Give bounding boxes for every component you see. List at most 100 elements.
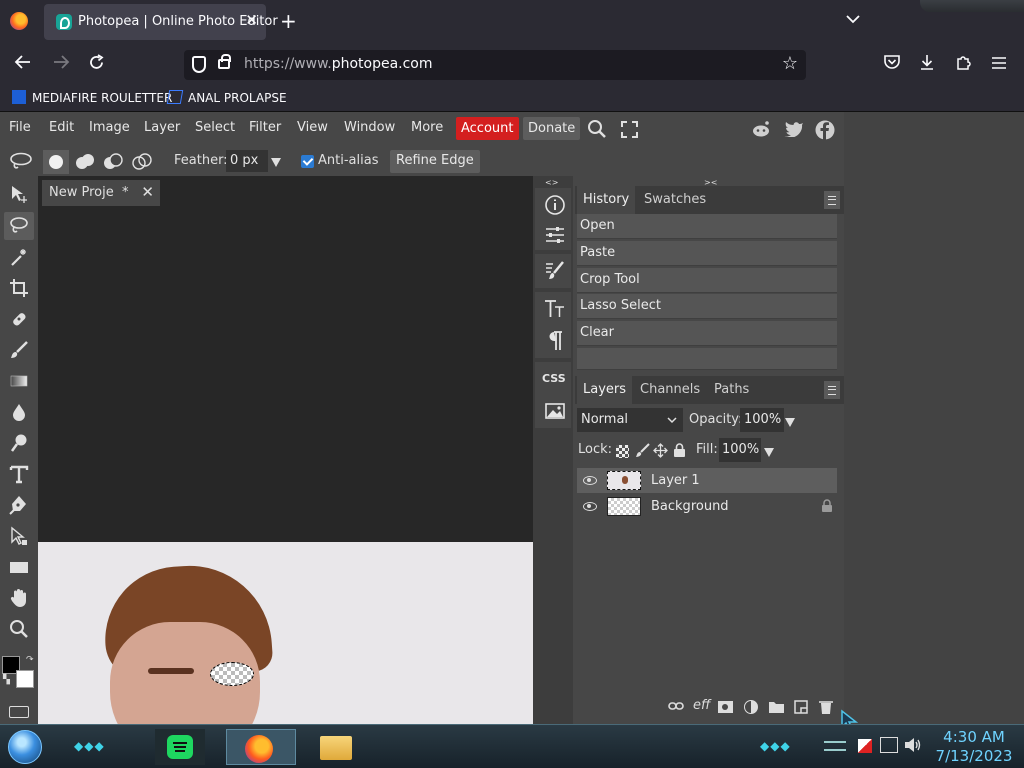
window-controls[interactable] (920, 0, 1024, 12)
layer-name[interactable]: Background (651, 499, 729, 514)
pen-tool-icon[interactable] (4, 491, 34, 519)
lock-icon[interactable] (218, 54, 231, 69)
character-icon[interactable] (544, 298, 566, 320)
adjustment-layer-icon[interactable] (744, 700, 758, 714)
rectangle-tool-icon[interactable] (4, 553, 34, 581)
back-arrow-icon[interactable] (14, 54, 32, 75)
adjustments-icon[interactable] (544, 224, 566, 246)
history-item[interactable]: Clear (577, 321, 837, 346)
hand-tool-icon[interactable] (4, 584, 34, 612)
delete-layer-trash-icon[interactable] (818, 699, 834, 719)
tab-channels[interactable]: Channels (634, 376, 706, 404)
lasso-tool-icon[interactable] (4, 212, 34, 240)
lock-pixels-brush-icon[interactable] (635, 443, 650, 462)
move-tool-icon[interactable] (4, 180, 34, 208)
pocket-icon[interactable] (883, 54, 901, 75)
document-tab[interactable]: New Proje * ✕ (42, 180, 160, 206)
refine-edge-button[interactable]: Refine Edge (390, 150, 480, 173)
background-color-swatch[interactable] (16, 670, 34, 688)
swap-colors-icon[interactable]: ↷ (26, 655, 34, 665)
zoom-tool-icon[interactable] (4, 615, 34, 643)
firefox-icon[interactable] (10, 12, 28, 30)
taskbar-app-firefox[interactable] (226, 729, 296, 765)
url-text[interactable]: https://www.photopea.com (244, 56, 433, 72)
crop-tool-icon[interactable] (4, 274, 34, 302)
tracking-protection-shield-icon[interactable] (192, 56, 206, 73)
history-item[interactable]: Open (577, 214, 837, 239)
history-item[interactable]: Lasso Select (577, 294, 837, 319)
account-button[interactable]: Account (456, 117, 519, 140)
opacity-input[interactable]: 100% (740, 408, 784, 432)
lasso-tool-preset-icon[interactable] (9, 152, 33, 174)
document-close-icon[interactable]: ✕ (141, 183, 154, 201)
facebook-icon[interactable] (815, 120, 835, 144)
system-clock[interactable]: 4:30 AM 7/13/2023 (934, 728, 1014, 766)
menu-view[interactable]: View (297, 120, 328, 135)
action-center-flag-icon[interactable] (858, 739, 872, 753)
bookmark-mediafire[interactable]: MEDIAFIRE ROULETTER (12, 90, 172, 105)
keyboard-icon[interactable] (9, 706, 29, 718)
collapse-strip-icon[interactable]: <> (545, 178, 558, 187)
list-all-tabs-chevron-icon[interactable] (846, 12, 860, 28)
taskbar-app-file-explorer[interactable] (312, 729, 362, 765)
fill-dropdown-icon[interactable] (764, 446, 774, 461)
lock-transparency-icon[interactable] (616, 445, 629, 458)
browser-tab-photopea[interactable]: Photopea | Online Photo Editor ✕ (44, 4, 278, 40)
extensions-puzzle-icon[interactable] (955, 54, 972, 76)
selection-mode-intersect-icon[interactable] (129, 150, 155, 178)
search-icon[interactable] (587, 119, 607, 143)
selection-mode-add-icon[interactable] (72, 150, 98, 178)
url-bar[interactable]: https://www.photopea.com ☆ (184, 50, 806, 80)
forward-arrow-icon[interactable] (52, 54, 70, 75)
menu-window[interactable]: Window (344, 120, 395, 135)
selection-mode-subtract-icon[interactable] (100, 150, 126, 178)
add-mask-icon[interactable] (718, 701, 733, 713)
anti-alias-checkbox[interactable] (301, 155, 314, 168)
tab-close-icon[interactable]: ✕ (245, 11, 258, 29)
app-menu-hamburger-icon[interactable] (991, 54, 1007, 75)
bookmark-second[interactable]: ANAL PROLAPSE (166, 90, 287, 105)
image-icon[interactable] (544, 400, 566, 422)
history-item[interactable]: Crop Tool (577, 268, 837, 293)
image-canvas[interactable] (38, 542, 533, 724)
layer-name[interactable]: Layer 1 (651, 473, 700, 488)
type-tool-icon[interactable] (4, 460, 34, 488)
tab-layers[interactable]: Layers (577, 376, 633, 404)
healing-brush-tool-icon[interactable] (4, 305, 34, 333)
history-item[interactable]: Paste (577, 241, 837, 266)
bookmark-star-icon[interactable]: ☆ (782, 53, 798, 74)
reddit-icon[interactable] (751, 120, 771, 142)
show-hidden-icons[interactable] (824, 741, 846, 751)
menu-image[interactable]: Image (89, 120, 130, 135)
link-layers-icon[interactable] (668, 700, 684, 716)
layer-row-background[interactable]: Background (577, 494, 837, 519)
brush-tool-icon[interactable] (4, 336, 34, 364)
feather-input[interactable]: 0 px (226, 150, 268, 172)
path-selection-tool-icon[interactable] (4, 522, 34, 550)
gradient-tool-icon[interactable] (4, 367, 34, 395)
history-panel-menu-icon[interactable] (824, 191, 840, 209)
menu-select[interactable]: Select (195, 120, 235, 135)
layer-row-layer-1[interactable]: Layer 1 (577, 468, 837, 493)
fill-input[interactable]: 100% (719, 438, 761, 462)
new-layer-icon[interactable] (793, 699, 809, 719)
fullscreen-icon[interactable] (621, 121, 638, 142)
tab-history[interactable]: History (577, 186, 636, 214)
magic-wand-tool-icon[interactable] (4, 243, 34, 271)
menu-more[interactable]: More (411, 120, 443, 135)
tab-paths[interactable]: Paths (708, 376, 755, 404)
feather-dropdown-icon[interactable] (271, 156, 281, 171)
network-icon[interactable] (880, 737, 898, 753)
blend-mode-select[interactable]: Normal (577, 408, 683, 432)
menu-layer[interactable]: Layer (144, 120, 180, 135)
info-icon[interactable] (544, 194, 566, 216)
new-tab-icon[interactable]: + (280, 9, 297, 33)
lock-all-icon[interactable] (673, 443, 686, 462)
blur-drop-tool-icon[interactable] (4, 398, 34, 426)
tab-swatches[interactable]: Swatches (638, 186, 712, 214)
reset-colors-icon[interactable]: ▚ (3, 675, 10, 685)
layers-panel-menu-icon[interactable] (824, 381, 840, 399)
opacity-dropdown-icon[interactable] (785, 416, 795, 431)
reload-icon[interactable] (88, 54, 105, 76)
downloads-icon[interactable] (919, 54, 935, 76)
